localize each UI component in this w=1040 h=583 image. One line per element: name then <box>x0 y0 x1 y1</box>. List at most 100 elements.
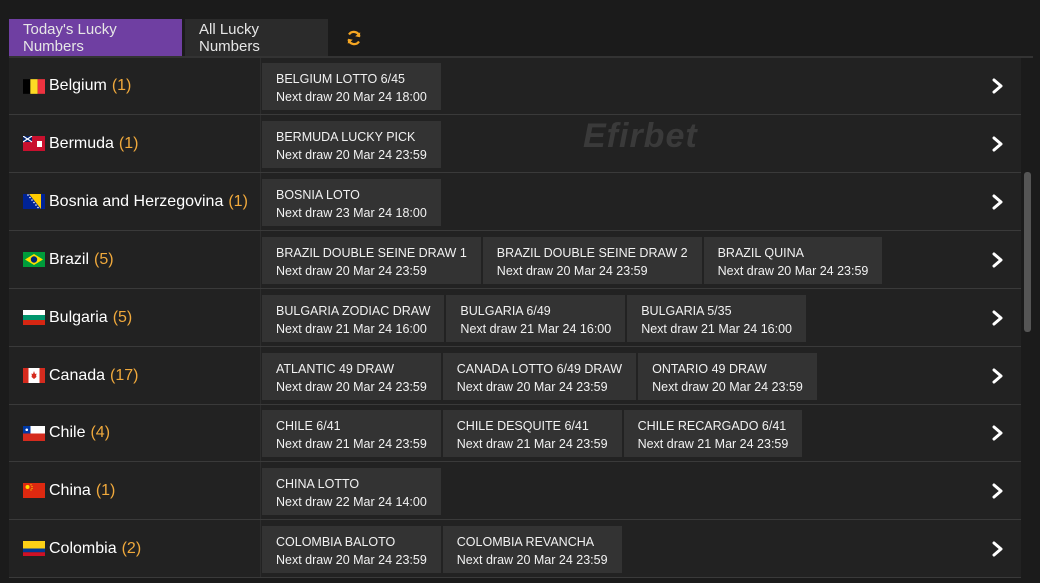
next-draw-time: Next draw 23 Mar 24 18:00 <box>276 206 427 220</box>
country-name: Chile <box>49 424 86 441</box>
next-draw-time: Next draw 20 Mar 24 23:59 <box>276 380 427 394</box>
draw-card[interactable]: ONTARIO 49 DRAW Next draw 20 Mar 24 23:59 <box>638 353 817 400</box>
draw-list: BELGIUM LOTTO 6/45 Next draw 20 Mar 24 18… <box>262 63 443 110</box>
draw-name: ONTARIO 49 DRAW <box>652 362 767 376</box>
chevron-right-icon[interactable] <box>989 367 1007 385</box>
country-cell: Bermuda (1) <box>9 115 261 172</box>
next-draw-time: Next draw 21 Mar 24 23:59 <box>637 437 789 451</box>
country-row[interactable]: Belgium (1) BELGIUM LOTTO 6/45 Next draw 20… <box>9 58 1021 115</box>
refresh-icon[interactable] <box>334 19 374 57</box>
draw-card[interactable]: CHILE DESQUITE 6/41 Next draw 21 Mar 24 2… <box>442 410 622 457</box>
draw-name: CHILE 6/41 <box>276 419 341 433</box>
draw-card[interactable]: BULGARIA 6/49 Next draw 21 Mar 24 16:00 <box>446 295 626 342</box>
draw-name: BELGIUM LOTTO 6/45 <box>276 72 405 86</box>
tab-bar: Today's Lucky Numbers All Lucky Numbers <box>9 19 374 57</box>
next-draw-time: Next draw 21 Mar 24 23:59 <box>456 437 608 451</box>
country-name: Bulgaria <box>49 308 108 326</box>
country-name: China <box>49 481 91 499</box>
draw-card[interactable]: CHILE 6/41 Next draw 21 Mar 24 23:59 <box>262 410 441 457</box>
bosnia-flag-icon <box>23 194 45 209</box>
draw-card[interactable]: ATLANTIC 49 DRAW Next draw 20 Mar 24 23:5… <box>262 353 441 400</box>
country-cell: Canada (17) <box>9 347 261 404</box>
draw-name: BULGARIA 5/35 <box>641 304 732 318</box>
chevron-right-icon[interactable] <box>989 135 1007 153</box>
draw-card[interactable]: CANADA LOTTO 6/49 DRAW Next draw 20 Mar 2… <box>442 353 637 400</box>
draw-name: CHILE DESQUITE 6/41 <box>456 419 589 433</box>
draw-card[interactable]: CHILE RECARGADO 6/41 Next draw 21 Mar 24 … <box>623 410 803 457</box>
draw-name: CANADA LOTTO 6/49 DRAW <box>456 362 623 376</box>
canada-flag-icon <box>23 368 45 383</box>
draw-count: (17) <box>110 366 139 384</box>
country-cell: Bulgaria (5) <box>9 289 261 346</box>
country-row[interactable]: Colombia (2) COLOMBIA BALOTO Next draw 20 M… <box>9 520 1021 578</box>
scrollbar-thumb[interactable] <box>1024 172 1031 332</box>
draw-card[interactable]: BERMUDA LUCKY PICK Next draw 20 Mar 24 23… <box>262 121 441 168</box>
chevron-right-icon[interactable] <box>989 193 1007 211</box>
country-cell: Chile (4) <box>9 405 261 461</box>
draw-card[interactable]: BULGARIA ZODIAC DRAW Next draw 21 Mar 24 … <box>262 295 445 342</box>
chevron-right-icon[interactable] <box>989 540 1007 558</box>
country-row[interactable]: Bosnia and Herzegovina (1) BOSNIA LOTO Next… <box>9 173 1021 231</box>
draw-count: (5) <box>94 250 114 268</box>
draw-card[interactable]: BELGIUM LOTTO 6/45 Next draw 20 Mar 24 18… <box>262 63 441 110</box>
draw-count: (5) <box>112 308 133 326</box>
draw-list: CHINA LOTTO Next draw 22 Mar 24 14:00 <box>262 468 443 515</box>
next-draw-time: Next draw 20 Mar 24 23:59 <box>456 380 608 394</box>
country-name: Belgium <box>49 77 107 94</box>
draw-name: BRAZIL DOUBLE SEINE DRAW 1 <box>276 246 467 260</box>
chevron-right-icon[interactable] <box>989 309 1007 327</box>
draw-card[interactable]: BULGARIA 5/35 Next draw 21 Mar 24 16:00 <box>627 295 806 342</box>
country-row[interactable]: Bulgaria (5) BULGARIA ZODIAC DRAW Next draw… <box>9 289 1021 347</box>
country-name: Canada <box>49 366 106 384</box>
colombia-flag-icon <box>23 541 45 556</box>
country-name: Bermuda <box>49 134 114 152</box>
draw-card[interactable]: BRAZIL DOUBLE SEINE DRAW 1 Next draw 20 M… <box>262 237 481 284</box>
next-draw-time: Next draw 22 Mar 24 14:00 <box>276 495 427 509</box>
chevron-right-icon[interactable] <box>989 482 1007 500</box>
bulgaria-flag-icon <box>23 310 45 325</box>
draw-card[interactable]: BRAZIL QUINA Next draw 20 Mar 24 23:59 <box>703 237 883 284</box>
tab-all-lucky-numbers[interactable]: All Lucky Numbers <box>185 19 328 57</box>
draw-count: (1) <box>95 481 116 499</box>
draw-name: BRAZIL DOUBLE SEINE DRAW 2 <box>496 246 688 260</box>
bermuda-flag-icon <box>22 135 45 151</box>
draw-list: BOSNIA LOTO Next draw 23 Mar 24 18:00 <box>262 179 443 226</box>
draw-card[interactable]: COLOMBIA REVANCHA Next draw 20 Mar 24 23:… <box>442 526 622 573</box>
draw-card[interactable]: BOSNIA LOTO Next draw 23 Mar 24 18:00 <box>262 179 441 226</box>
country-row[interactable]: China (1) CHINA LOTTO Next draw 22 Mar 24 1… <box>9 462 1021 520</box>
draw-list: COLOMBIA BALOTO Next draw 20 Mar 24 23:59… <box>262 526 624 573</box>
next-draw-time: Next draw 20 Mar 24 23:59 <box>652 380 803 394</box>
draw-count: (1) <box>228 192 248 210</box>
draw-name: COLOMBIA REVANCHA <box>456 535 595 549</box>
chevron-right-icon[interactable] <box>989 251 1007 269</box>
chevron-right-icon[interactable] <box>989 77 1007 95</box>
brazil-flag-icon <box>23 252 45 267</box>
chevron-right-icon[interactable] <box>989 424 1007 442</box>
country-cell: Colombia (2) <box>9 520 261 577</box>
country-list: Belgium (1) BELGIUM LOTTO 6/45 Next draw 20… <box>9 58 1021 583</box>
draw-list: BRAZIL DOUBLE SEINE DRAW 1 Next draw 20 M… <box>262 237 884 284</box>
next-draw-time: Next draw 21 Mar 24 23:59 <box>276 437 427 451</box>
draw-list: ATLANTIC 49 DRAW Next draw 20 Mar 24 23:5… <box>262 353 819 400</box>
draw-card[interactable]: COLOMBIA BALOTO Next draw 20 Mar 24 23:59 <box>262 526 441 573</box>
country-row[interactable]: Brazil (5) BRAZIL DOUBLE SEINE DRAW 1 Next … <box>9 231 1021 289</box>
china-flag-icon <box>23 483 45 498</box>
draw-name: BOSNIA LOTO <box>276 188 360 202</box>
draw-card[interactable]: CHINA LOTTO Next draw 22 Mar 24 14:00 <box>262 468 441 515</box>
draw-name: BULGARIA 6/49 <box>460 304 551 318</box>
country-name: Bosnia and Herzegovina <box>49 192 224 210</box>
country-row[interactable]: Bermuda (1) BERMUDA LUCKY PICK Next draw 20… <box>9 115 1021 173</box>
watermark: Efirbet <box>583 117 698 155</box>
next-draw-time: Next draw 20 Mar 24 23:59 <box>456 553 608 567</box>
draw-count: (2) <box>121 539 142 557</box>
country-row[interactable]: Canada (17) ATLANTIC 49 DRAW Next draw 20 M… <box>9 347 1021 405</box>
draw-name: CHINA LOTTO <box>276 477 360 491</box>
draw-count: (4) <box>90 424 111 441</box>
draw-name: COLOMBIA BALOTO <box>276 535 396 549</box>
tab-todays-lucky-numbers[interactable]: Today's Lucky Numbers <box>9 19 182 57</box>
country-name: Brazil <box>49 250 90 268</box>
draw-count: (1) <box>118 134 139 152</box>
country-cell: Brazil (5) <box>9 231 261 288</box>
draw-card[interactable]: BRAZIL DOUBLE SEINE DRAW 2 Next draw 20 M… <box>482 237 702 284</box>
country-row[interactable]: Chile (4) CHILE 6/41 Next draw 21 Mar 24 23… <box>9 405 1021 462</box>
